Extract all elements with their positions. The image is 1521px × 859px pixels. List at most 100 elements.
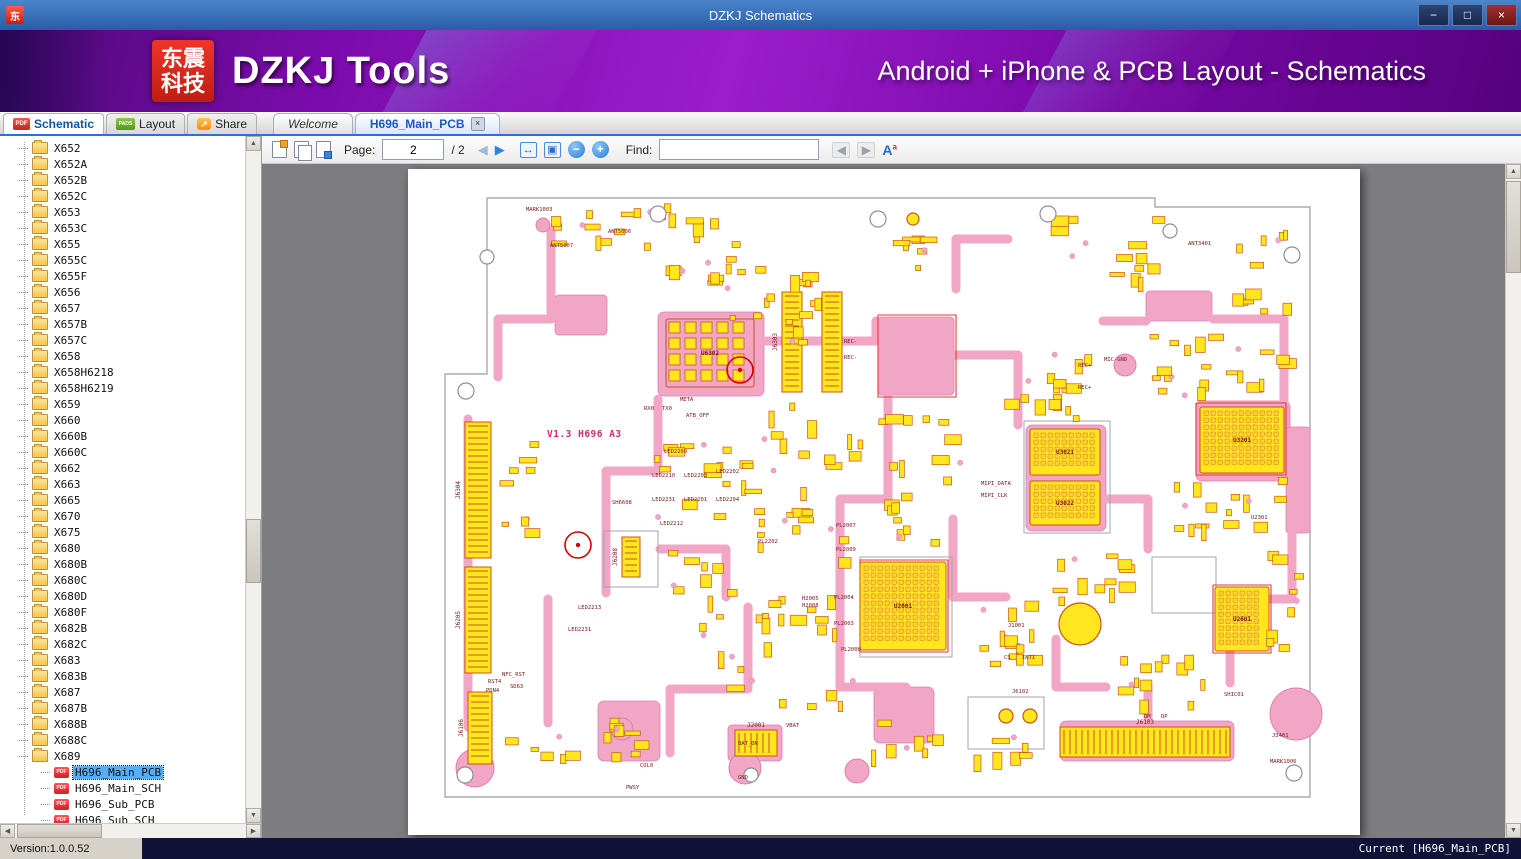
scroll-track[interactable] — [1506, 179, 1521, 823]
pcb-canvas[interactable]: J6304J6205J6106J6303J6103J2001J6208U2001… — [408, 169, 1360, 835]
tree-folder-x680d[interactable]: X680D — [0, 588, 245, 604]
tree-folder-x660b[interactable]: X660B — [0, 428, 245, 444]
pdf-page[interactable]: J6304J6205J6106J6303J6103J2001J6208U2001… — [408, 169, 1360, 835]
tree-folder-x657b[interactable]: X657B — [0, 316, 245, 332]
tree-folder-x657[interactable]: X657 — [0, 300, 245, 316]
tree-folder-x653[interactable]: X653 — [0, 204, 245, 220]
share-icon: ↗ — [197, 118, 211, 130]
tree-folder-x688c[interactable]: X688C — [0, 732, 245, 748]
minimize-button[interactable]: − — [1418, 4, 1449, 26]
folder-icon — [32, 270, 48, 282]
tab-layout[interactable]: PADSLayout — [106, 113, 185, 134]
tree-folder-x687[interactable]: X687 — [0, 684, 245, 700]
tree-folder-x662[interactable]: X662 — [0, 460, 245, 476]
tree-folder-x680f[interactable]: X680F — [0, 604, 245, 620]
tree-folder-x687b[interactable]: X687B — [0, 700, 245, 716]
tree-folder-x652[interactable]: X652 — [0, 140, 245, 156]
svg-text:GND: GND — [738, 775, 748, 781]
scroll-up-arrow[interactable]: ▲ — [246, 136, 261, 151]
pads-icon: PADS — [116, 118, 135, 130]
continuous-pages-icon[interactable] — [316, 141, 331, 158]
zoom-out-icon[interactable]: − — [568, 141, 585, 158]
folder-icon — [32, 750, 48, 762]
tree-folder-x665[interactable]: X665 — [0, 492, 245, 508]
maximize-button[interactable]: □ — [1452, 4, 1483, 26]
tree-item-label: X658H6219 — [52, 382, 116, 395]
scroll-up-arrow[interactable]: ▲ — [1506, 164, 1521, 179]
svg-text:NFC_RST: NFC_RST — [502, 672, 526, 678]
tree-folder-x680b[interactable]: X680B — [0, 556, 245, 572]
find-input[interactable] — [659, 139, 819, 160]
tree-folder-x652a[interactable]: X652A — [0, 156, 245, 172]
scroll-down-arrow[interactable]: ▼ — [246, 808, 261, 823]
tree-folder-x689[interactable]: X689 — [0, 748, 245, 764]
tree-folder-x659[interactable]: X659 — [0, 396, 245, 412]
doc-tab-welcome[interactable]: Welcome — [273, 113, 353, 134]
tree-folder-x653c[interactable]: X653C — [0, 220, 245, 236]
tree-folder-x657c[interactable]: X657C — [0, 332, 245, 348]
tree-folder-x683[interactable]: X683 — [0, 652, 245, 668]
tree-folder-x658[interactable]: X658 — [0, 348, 245, 364]
tree-folder-x663[interactable]: X663 — [0, 476, 245, 492]
facing-pages-icon[interactable] — [294, 141, 309, 158]
tree-folder-x658h6218[interactable]: X658H6218 — [0, 364, 245, 380]
tree-folder-x652b[interactable]: X652B — [0, 172, 245, 188]
scroll-right-arrow[interactable]: ▶ — [246, 824, 261, 838]
folder-icon — [32, 622, 48, 634]
page-number-input[interactable] — [382, 139, 444, 160]
tree-file-h696_main_sch[interactable]: PDFH696_Main_SCH — [0, 780, 245, 796]
tab-close-icon[interactable]: × — [471, 117, 485, 131]
find-next-icon[interactable]: ▶ — [857, 142, 875, 158]
next-page-icon[interactable]: ▶ — [495, 143, 505, 156]
sidebar-scrollbar[interactable]: ▲ ▼ — [245, 136, 261, 823]
scroll-track[interactable] — [15, 824, 246, 838]
single-page-icon[interactable] — [272, 141, 287, 158]
tree-folder-x680[interactable]: X680 — [0, 540, 245, 556]
tree-folder-x683b[interactable]: X683B — [0, 668, 245, 684]
tree-item-label: H696_Main_SCH — [73, 782, 163, 795]
tree-folder-x652c[interactable]: X652C — [0, 188, 245, 204]
svg-text:PDN4: PDN4 — [486, 688, 500, 694]
scroll-thumb[interactable] — [17, 824, 102, 838]
pdf-viewer[interactable]: J6304J6205J6106J6303J6103J2001J6208U2001… — [262, 164, 1505, 838]
fit-page-icon[interactable]: ▣ — [544, 142, 561, 158]
tree-folder-x675[interactable]: X675 — [0, 524, 245, 540]
tree-folder-x670[interactable]: X670 — [0, 508, 245, 524]
tree-folder-x682b[interactable]: X682B — [0, 620, 245, 636]
tree-folder-x680c[interactable]: X680C — [0, 572, 245, 588]
previous-page-icon[interactable]: ◀ — [478, 143, 488, 156]
scroll-thumb[interactable] — [246, 519, 261, 583]
svg-text:LED2203: LED2203 — [684, 473, 707, 479]
tab-schematic[interactable]: PDFSchematic — [3, 113, 104, 134]
viewer-scrollbar[interactable]: ▲ ▼ — [1505, 164, 1521, 838]
tree-folder-x682c[interactable]: X682C — [0, 636, 245, 652]
scroll-thumb[interactable] — [1506, 181, 1521, 273]
scroll-track[interactable] — [246, 151, 261, 808]
svg-text:MIPI_DATA: MIPI_DATA — [981, 481, 1011, 487]
tree-folder-x660c[interactable]: X660C — [0, 444, 245, 460]
tree-folder-x655f[interactable]: X655F — [0, 268, 245, 284]
tree-file-h696_main_pcb[interactable]: PDFH696_Main_PCB — [0, 764, 245, 780]
scroll-down-arrow[interactable]: ▼ — [1506, 823, 1521, 838]
close-button[interactable]: × — [1486, 4, 1517, 26]
svg-text:U3021: U3021 — [1055, 449, 1073, 456]
sidebar-hscrollbar[interactable]: ◀ ▶ — [0, 823, 261, 838]
fit-width-icon[interactable]: ↔ — [520, 142, 537, 158]
svg-text:REC+: REC+ — [1078, 363, 1092, 369]
tree-folder-x660[interactable]: X660 — [0, 412, 245, 428]
tree-folder-x655c[interactable]: X655C — [0, 252, 245, 268]
find-previous-icon[interactable]: ◀ — [832, 142, 850, 158]
svg-text:J6106: J6106 — [458, 719, 465, 737]
tab-share[interactable]: ↗Share — [187, 113, 257, 134]
doc-tab-h696_main_pcb[interactable]: H696_Main_PCB× — [355, 113, 500, 134]
tree-folder-x655[interactable]: X655 — [0, 236, 245, 252]
text-size-icon[interactable]: Aa — [882, 142, 897, 158]
tree-file-h696_sub_pcb[interactable]: PDFH696_Sub_PCB — [0, 796, 245, 812]
pdf-icon: PDF — [54, 799, 69, 810]
tree-folder-x688b[interactable]: X688B — [0, 716, 245, 732]
tree-file-h696_sub_sch[interactable]: PDFH696_Sub_SCH — [0, 812, 245, 823]
zoom-in-icon[interactable]: + — [592, 141, 609, 158]
tree-folder-x656[interactable]: X656 — [0, 284, 245, 300]
tree-folder-x658h6219[interactable]: X658H6219 — [0, 380, 245, 396]
scroll-left-arrow[interactable]: ◀ — [0, 824, 15, 838]
